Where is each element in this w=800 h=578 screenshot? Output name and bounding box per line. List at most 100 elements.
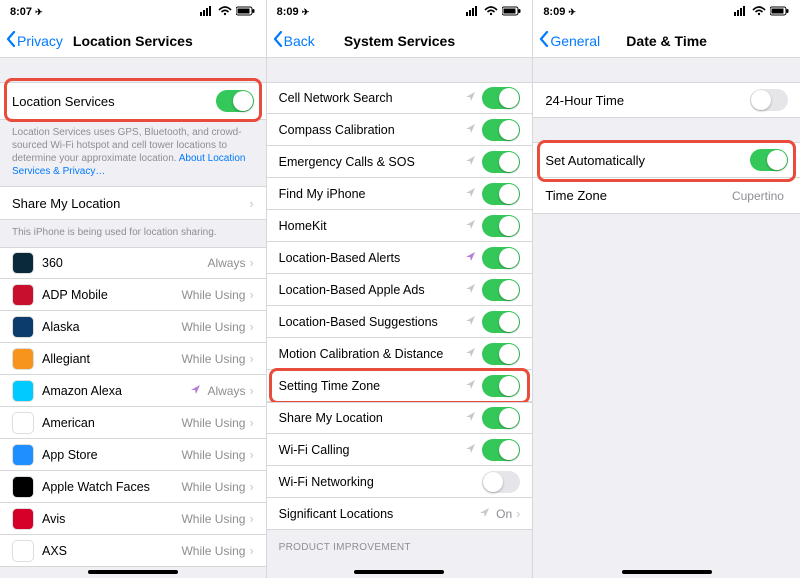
app-status: While Using [181, 416, 245, 430]
app-row[interactable]: AvisWhile Using› [0, 503, 266, 535]
row-set-automatically[interactable]: Set Automatically [533, 142, 800, 178]
row-24-hour-time[interactable]: 24-Hour Time [533, 82, 800, 118]
location-services-toggle-row[interactable]: Location Services [0, 82, 266, 120]
app-row[interactable]: AlaskaWhile Using› [0, 311, 266, 343]
status-time: 8:07 [10, 6, 32, 18]
toggle[interactable] [482, 471, 520, 493]
app-row[interactable]: Apple Watch FacesWhile Using› [0, 471, 266, 503]
service-row[interactable]: Wi-Fi Networking [267, 466, 533, 498]
service-row[interactable]: Significant LocationsOn› [267, 498, 533, 530]
nav-back-button[interactable]: Privacy [6, 31, 63, 50]
service-row[interactable]: Location-Based Suggestions [267, 306, 533, 338]
app-row[interactable]: Amazon AlexaAlways› [0, 375, 266, 407]
battery-icon [770, 6, 790, 19]
service-row[interactable]: Emergency Calls & SOS [267, 146, 533, 178]
app-name: Avis [42, 512, 181, 526]
app-row[interactable]: App StoreWhile Using› [0, 439, 266, 471]
location-arrow-icon [465, 283, 476, 297]
content: Cell Network SearchCompass CalibrationEm… [267, 58, 533, 578]
app-row[interactable]: AXSWhile Using› [0, 535, 266, 567]
toggle-24-hour-time[interactable] [750, 89, 788, 111]
nav-back-label: Back [284, 33, 315, 49]
wifi-icon [752, 6, 766, 19]
service-label: Find My iPhone [279, 187, 466, 201]
toggle[interactable] [482, 87, 520, 109]
location-services-toggle[interactable] [216, 90, 254, 112]
location-services-footer: Location Services uses GPS, Bluetooth, a… [0, 120, 266, 186]
toggle[interactable] [482, 375, 520, 397]
nav-back-label: General [550, 33, 600, 49]
label-24-hour-time: 24-Hour Time [545, 93, 750, 108]
screen-location-services: 8:07 ✈︎ Privacy Location Services Locati… [0, 0, 267, 578]
app-name: Alaska [42, 320, 181, 334]
row-time-zone[interactable]: Time Zone Cupertino [533, 178, 800, 214]
nav-arrow-icon: ✈︎ [302, 7, 310, 17]
chevron-right-icon: › [516, 507, 520, 521]
app-status: Always [207, 256, 245, 270]
share-my-location-row[interactable]: Share My Location › [0, 186, 266, 220]
service-label: Motion Calibration & Distance [279, 347, 466, 361]
toggle[interactable] [482, 183, 520, 205]
app-name: ADP Mobile [42, 288, 181, 302]
location-arrow-icon [465, 155, 476, 169]
service-row[interactable]: Share My Location [267, 402, 533, 434]
nav-back-button[interactable]: General [539, 31, 600, 50]
toggle[interactable] [482, 343, 520, 365]
nav-back-button[interactable]: Back [273, 31, 315, 50]
app-row[interactable]: AmericanWhile Using› [0, 407, 266, 439]
toggle[interactable] [482, 151, 520, 173]
home-indicator[interactable] [354, 570, 444, 574]
location-arrow-icon [190, 384, 201, 398]
app-row[interactable]: AllegiantWhile Using› [0, 343, 266, 375]
toggle[interactable] [482, 119, 520, 141]
nav-bar: General Date & Time [533, 24, 800, 58]
app-name: Amazon Alexa [42, 384, 190, 398]
chevron-right-icon: › [249, 480, 253, 494]
nav-bar: Back System Services [267, 24, 533, 58]
service-label: HomeKit [279, 219, 466, 233]
chevron-right-icon: › [249, 512, 253, 526]
toggle[interactable] [482, 311, 520, 333]
location-arrow-icon [465, 443, 476, 457]
service-label: Location-Based Alerts [279, 251, 466, 265]
status-bar: 8:09 ✈︎ [267, 0, 533, 24]
toggle[interactable] [482, 279, 520, 301]
app-name: 360 [42, 256, 207, 270]
share-my-location-label: Share My Location [12, 196, 249, 211]
service-label: Location-Based Apple Ads [279, 283, 466, 297]
app-name: App Store [42, 448, 181, 462]
app-row[interactable]: ADP MobileWhile Using› [0, 279, 266, 311]
toggle-set-automatically[interactable] [750, 149, 788, 171]
toggle[interactable] [482, 247, 520, 269]
service-row[interactable]: Setting Time Zone [267, 370, 533, 402]
location-arrow-icon [465, 219, 476, 233]
service-label: Setting Time Zone [279, 379, 466, 393]
share-footer: This iPhone is being used for location s… [0, 220, 266, 247]
service-row[interactable]: Location-Based Apple Ads [267, 274, 533, 306]
service-value: On [496, 507, 512, 521]
wifi-icon [218, 6, 232, 19]
status-bar: 8:07 ✈︎ [0, 0, 266, 24]
content: 24-Hour Time Set Automatically Time Zone… [533, 58, 800, 578]
service-row[interactable]: Cell Network Search [267, 82, 533, 114]
service-row[interactable]: Compass Calibration [267, 114, 533, 146]
service-row[interactable]: Wi-Fi Calling [267, 434, 533, 466]
toggle[interactable] [482, 439, 520, 461]
location-arrow-icon [465, 411, 476, 425]
toggle[interactable] [482, 215, 520, 237]
location-arrow-icon [465, 315, 476, 329]
battery-icon [236, 6, 256, 19]
service-row[interactable]: Motion Calibration & Distance [267, 338, 533, 370]
app-icon [12, 540, 34, 562]
service-row[interactable]: HomeKit [267, 210, 533, 242]
home-indicator[interactable] [622, 570, 712, 574]
battery-icon [502, 6, 522, 19]
service-row[interactable]: Location-Based Alerts [267, 242, 533, 274]
service-row[interactable]: Find My iPhone [267, 178, 533, 210]
home-indicator[interactable] [88, 570, 178, 574]
service-label: Location-Based Suggestions [279, 315, 466, 329]
toggle[interactable] [482, 407, 520, 429]
service-label: Wi-Fi Networking [279, 475, 483, 489]
app-row[interactable]: 360Always› [0, 247, 266, 279]
service-label: Share My Location [279, 411, 466, 425]
